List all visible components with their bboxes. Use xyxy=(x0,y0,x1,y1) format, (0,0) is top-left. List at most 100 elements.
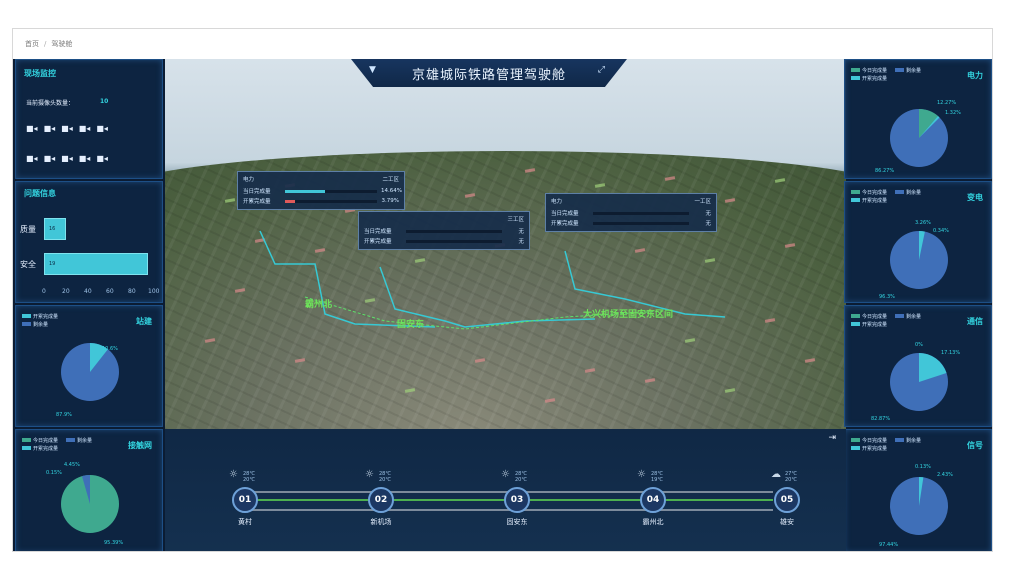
popup-row-label: 开累完成量 xyxy=(551,221,579,227)
dashboard: 霸州北 固安东 大兴机场至固安东区间 电力 二工区 当日完成量 14.64% 开累完… xyxy=(13,59,992,551)
legend-cumulative: 开累完成量 xyxy=(862,197,888,204)
legend-remaining: 剩余量 xyxy=(906,313,922,320)
legend: 今日完成量 剩余量 开累完成量 xyxy=(22,436,100,452)
legend-cumulative: 开累完成量 xyxy=(862,445,888,452)
camera-row-2: ■◂ ■◂ ■◂ ■◂ ■◂ xyxy=(26,154,108,163)
legend: 今日完成量 剩余量 开累完成量 xyxy=(851,312,929,328)
pie-label: 4.45% xyxy=(64,462,80,468)
temp-low: 20℃ xyxy=(515,477,527,483)
popup-row-value: 无 xyxy=(518,239,524,245)
signal-pie[interactable] xyxy=(887,474,951,538)
popup-row-label: 当日完成量 xyxy=(243,189,271,195)
fullscreen-icon[interactable]: ⤢ xyxy=(598,65,605,75)
popup-category: 电力 xyxy=(551,199,563,205)
comm-pie[interactable] xyxy=(887,350,951,414)
comm-title: 通信 xyxy=(967,317,983,326)
map-label-section[interactable]: 大兴机场至固安东区间 xyxy=(583,307,673,320)
video-camera-icon[interactable]: ■◂ xyxy=(26,124,38,133)
app-frame: 首页 / 驾驶舱 霸州北 固安东 大兴机场至固安东区间 电力 二工区 当日完成量 1… xyxy=(12,28,993,552)
legend-today: 今日完成量 xyxy=(862,437,888,444)
pie-label: 96.3% xyxy=(879,294,895,300)
popup-row-label: 当日完成量 xyxy=(364,229,392,235)
page-title: 京雄城际铁路管理驾驶舱 xyxy=(411,67,566,83)
pie-label: 10.6% xyxy=(102,346,118,352)
chevron-down-icon[interactable]: ▼ xyxy=(369,65,376,75)
video-camera-icon[interactable]: ■◂ xyxy=(26,154,38,163)
substation-panel: 今日完成量 剩余量 开累完成量 变电 3.26% 0.34% 96.3% xyxy=(844,181,992,303)
station-node[interactable]: 03 xyxy=(504,487,530,513)
power-pie[interactable] xyxy=(887,106,951,170)
breadcrumb-home[interactable]: 首页 xyxy=(25,39,39,49)
bar-label-quality: 质量 xyxy=(20,225,36,234)
station-node[interactable]: 02 xyxy=(368,487,394,513)
sun-icon: ☼ xyxy=(637,469,646,480)
popup-zone3: 三工区 当日完成量无 开累完成量无 xyxy=(358,211,530,250)
pie-label: 2.43% xyxy=(937,472,953,478)
axis-tick: 40 xyxy=(84,288,92,295)
popup-category: 电力 xyxy=(243,177,255,183)
pie-label: 3.26% xyxy=(915,220,931,226)
station-panel: 开累完成量 剩余量 站建 10.6% 87.9% xyxy=(15,305,163,427)
breadcrumb-current: 驾驶舱 xyxy=(51,40,73,48)
station-node[interactable]: 01 xyxy=(232,487,258,513)
monitor-title: 现场监控 xyxy=(24,69,56,78)
station-temperature: 28℃ 20℃ xyxy=(379,471,391,483)
legend-cumulative: 开累完成量 xyxy=(862,321,888,328)
pie-label: 12.27% xyxy=(937,100,957,106)
axis-tick: 20 xyxy=(62,288,70,295)
bar-safety[interactable]: 19 xyxy=(44,253,148,275)
pie-label: 82.87% xyxy=(871,416,891,422)
temp-low: 20℃ xyxy=(243,477,255,483)
video-camera-icon[interactable]: ■◂ xyxy=(96,154,108,163)
map-label-guan[interactable]: 固安东 xyxy=(397,317,424,330)
station-name: 黄村 xyxy=(238,518,252,526)
station-node[interactable]: 04 xyxy=(640,487,666,513)
pie-label: 17.13% xyxy=(941,350,961,356)
axis-tick: 100 xyxy=(148,288,160,295)
video-camera-icon[interactable]: ■◂ xyxy=(61,154,73,163)
catenary-title: 接触网 xyxy=(128,441,152,450)
video-camera-icon[interactable]: ■◂ xyxy=(44,124,56,133)
catenary-pie[interactable] xyxy=(58,472,122,536)
bar-value: 19 xyxy=(49,261,56,267)
video-camera-icon[interactable]: ■◂ xyxy=(79,154,91,163)
station-node[interactable]: 05 xyxy=(774,487,800,513)
sun-icon: ☼ xyxy=(229,469,238,480)
exit-icon[interactable]: ⇥ xyxy=(828,433,836,443)
legend: 今日完成量 剩余量 开累完成量 xyxy=(851,436,929,452)
legend-today: 今日完成量 xyxy=(33,437,59,444)
popup-row-value: 无 xyxy=(518,229,524,235)
temp-low: 20℃ xyxy=(785,477,797,483)
video-camera-icon[interactable]: ■◂ xyxy=(44,154,56,163)
popup-power-zone2: 电力 二工区 当日完成量 14.64% 开累完成量 3.79% xyxy=(237,171,405,210)
station-temperature: 28℃ 19℃ xyxy=(651,471,663,483)
map-label-bazhou[interactable]: 霸州北 xyxy=(305,297,332,310)
legend-remaining: 剩余量 xyxy=(906,437,922,444)
legend-remaining: 剩余量 xyxy=(906,189,922,196)
popup-row-label: 开累完成量 xyxy=(243,199,271,205)
station-name: 雄安 xyxy=(780,518,794,526)
map-scene[interactable]: 霸州北 固安东 大兴机场至固安东区间 电力 二工区 当日完成量 14.64% 开累完… xyxy=(165,59,846,429)
popup-zone: 三工区 xyxy=(507,217,524,223)
substation-pie[interactable] xyxy=(887,228,951,292)
video-camera-icon[interactable]: ■◂ xyxy=(79,124,91,133)
temp-low: 20℃ xyxy=(379,477,391,483)
popup-row-value: 无 xyxy=(705,211,711,217)
popup-bar-fill xyxy=(285,189,326,193)
legend-cumulative: 开累完成量 xyxy=(33,313,59,320)
legend: 今日完成量 剩余量 开累完成量 xyxy=(851,188,929,204)
video-camera-icon[interactable]: ■◂ xyxy=(96,124,108,133)
bar-quality[interactable]: 16 xyxy=(44,218,66,240)
station-name: 固安东 xyxy=(506,518,528,526)
legend: 开累完成量 剩余量 xyxy=(22,312,66,328)
bar-value: 16 xyxy=(49,226,56,232)
pie-label: 0.34% xyxy=(933,228,949,234)
popup-power-zone1: 电力 一工区 当日完成量无 开累完成量无 xyxy=(545,193,717,232)
popup-zone: 一工区 xyxy=(694,199,711,205)
legend-cumulative: 开累完成量 xyxy=(862,75,888,82)
monitor-panel: 现场监控 当前摄像头数量： 10 ■◂ ■◂ ■◂ ■◂ ■◂ ■◂ ■◂ ■◂… xyxy=(15,59,163,179)
pie-label: 1.32% xyxy=(945,110,961,116)
temp-low: 19℃ xyxy=(651,477,663,483)
video-camera-icon[interactable]: ■◂ xyxy=(61,124,73,133)
station-name: 新机场 xyxy=(370,518,392,526)
